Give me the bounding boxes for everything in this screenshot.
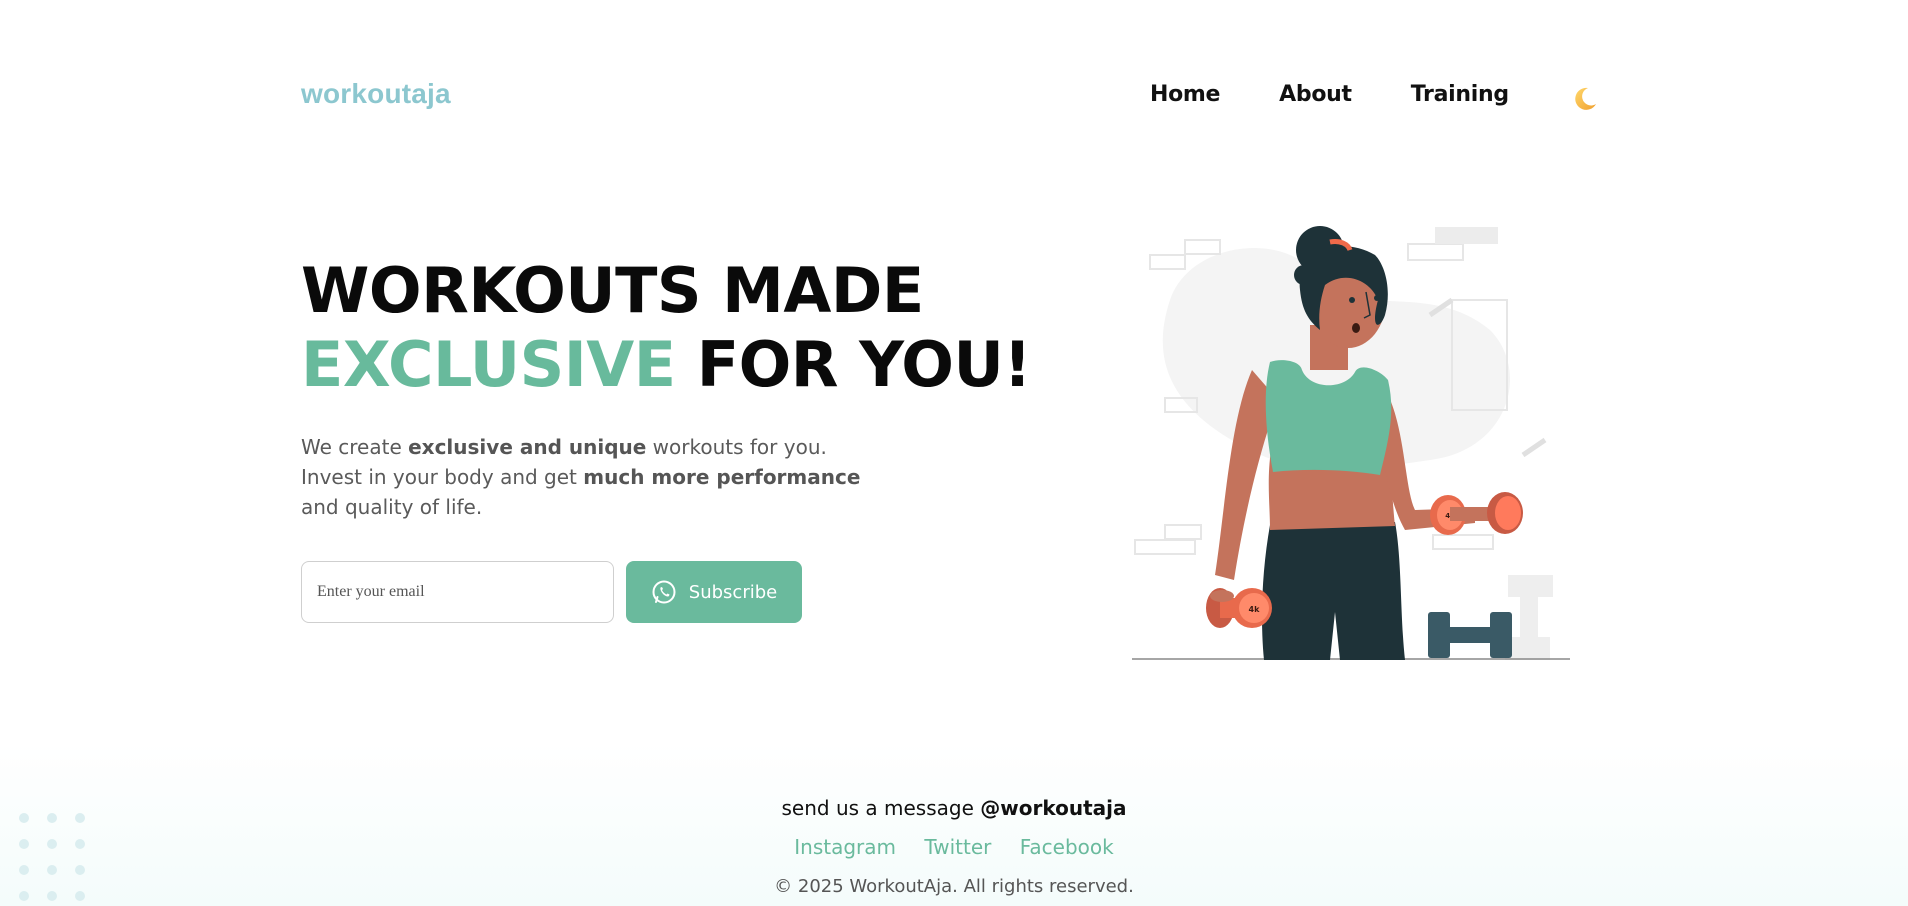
desc-text: workouts for you. — [646, 435, 827, 459]
left-dumbbell: 4k — [1206, 588, 1272, 628]
main-nav: Home About Training — [1150, 82, 1568, 107]
whatsapp-icon — [652, 580, 676, 604]
site-header: workoutaja Home About Training — [301, 76, 1601, 116]
hero-title: WORKOUTS MADE EXCLUSIVE FOR YOU! — [301, 254, 1032, 402]
desc-text: Invest in your body and get — [301, 465, 584, 489]
social-links: Instagram Twitter Facebook — [0, 835, 1908, 859]
desc-text: We create — [301, 435, 409, 459]
nav-about[interactable]: About — [1279, 82, 1352, 107]
hero-title-accent: EXCLUSIVE — [301, 328, 676, 401]
twitter-link[interactable]: Twitter — [924, 835, 991, 859]
hero-illustration: 4k 4k — [1132, 226, 1570, 660]
desc-bold: exclusive and unique — [408, 435, 647, 459]
subscribe-button[interactable]: Subscribe — [626, 561, 802, 623]
right-dumbbell: 4k — [1430, 492, 1523, 535]
footer-message-text: send us a message — [781, 796, 981, 820]
floor-dumbbell — [1428, 612, 1512, 658]
hero-title-rest: FOR YOU! — [675, 328, 1032, 401]
instagram-link[interactable]: Instagram — [794, 835, 896, 859]
hero-description: We create exclusive and unique workouts … — [301, 432, 861, 522]
svg-text:4k: 4k — [1249, 605, 1261, 614]
footer-message: send us a message @workoutaja — [0, 796, 1908, 820]
copyright-text: © 2025 WorkoutAja. All rights reserved. — [774, 876, 1134, 897]
desc-bold: much more performance — [583, 465, 861, 489]
nav-home[interactable]: Home — [1150, 82, 1220, 107]
moon-icon — [1575, 87, 1596, 110]
hero-title-line1: WORKOUTS MADE — [301, 254, 924, 327]
facebook-link[interactable]: Facebook — [1020, 835, 1114, 859]
theme-toggle-button[interactable] — [1569, 84, 1599, 114]
subscribe-label: Subscribe — [688, 581, 778, 603]
logo-link[interactable]: workoutaja — [301, 78, 451, 110]
dots-decor — [19, 813, 85, 901]
email-input[interactable] — [301, 561, 614, 623]
footer-handle[interactable]: @workoutaja — [980, 796, 1126, 820]
nav-training[interactable]: Training — [1411, 82, 1509, 107]
desc-text: and quality of life. — [301, 495, 483, 519]
pants — [1262, 522, 1405, 660]
